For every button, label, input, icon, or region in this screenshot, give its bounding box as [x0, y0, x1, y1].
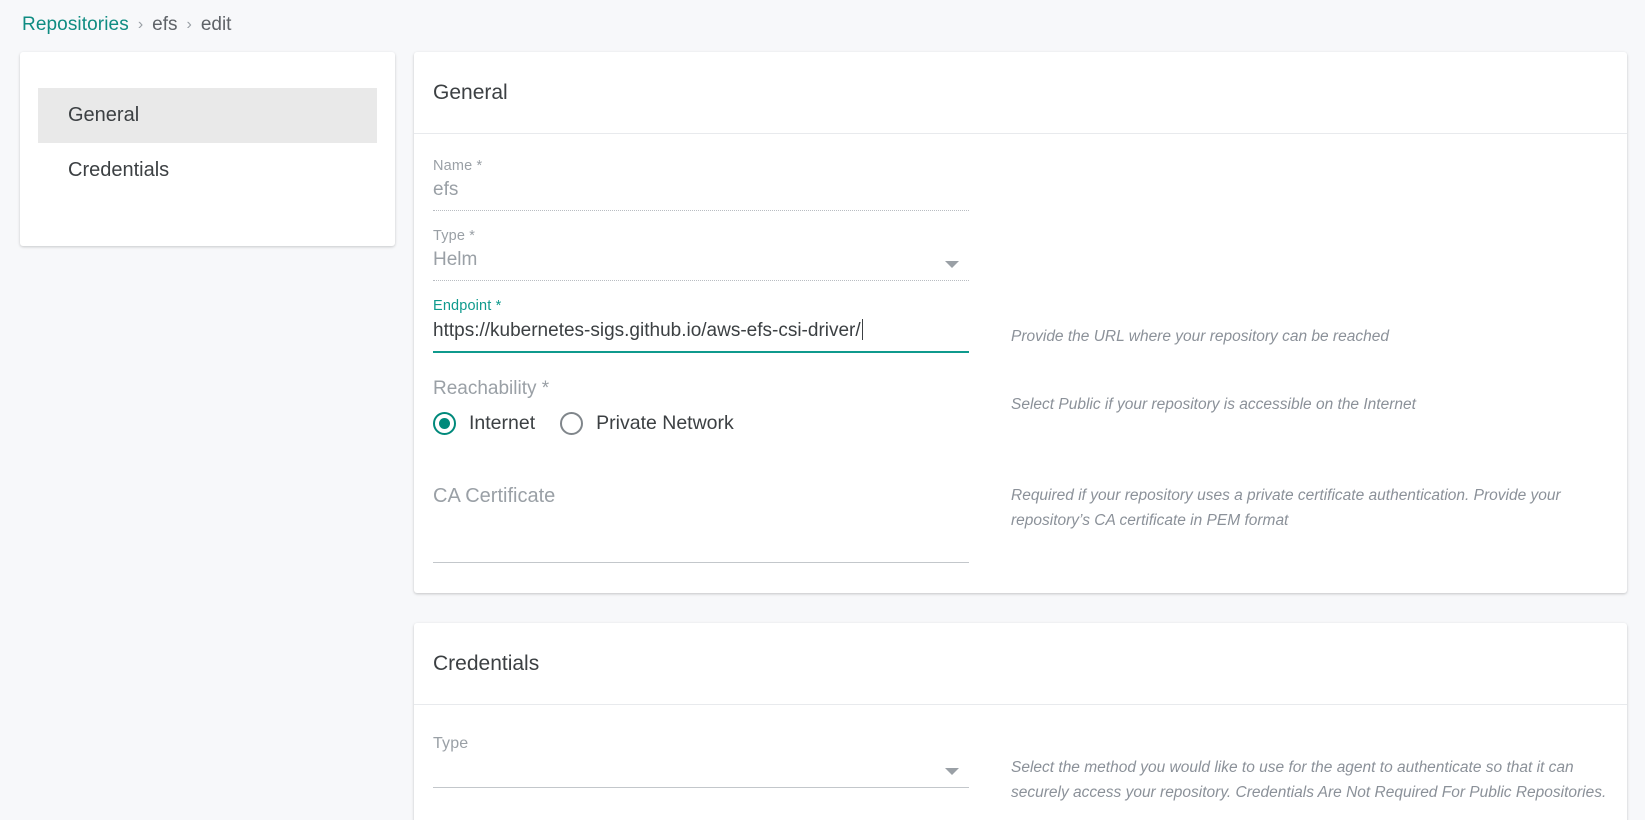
reachability-hint: Select Public if your repository is acce… [1011, 396, 1416, 413]
settings-nav-card: General Credentials [20, 52, 395, 246]
chevron-down-icon [945, 261, 959, 268]
endpoint-row: Endpoint * https://kubernetes-sigs.githu… [433, 298, 1608, 356]
credentials-type-label: Type [433, 735, 469, 752]
reachability-row: Reachability * Internet Private Network [433, 378, 1608, 435]
endpoint-input[interactable]: https://kubernetes-sigs.github.io/aws-ef… [433, 319, 969, 353]
ca-certificate-placeholder: CA Certificate [433, 485, 556, 507]
reachability-radio-group: Internet Private Network [433, 412, 969, 435]
name-row: Name * efs [433, 158, 1608, 214]
type-row: Type * Helm [433, 228, 1608, 284]
general-card-header: General [414, 52, 1627, 134]
sidebar-item-general-label: General [68, 104, 140, 126]
sidebar-item-credentials[interactable]: Credentials [38, 143, 377, 198]
endpoint-input-value: https://kubernetes-sigs.github.io/aws-ef… [433, 320, 861, 341]
credentials-card-body: Type Select the method you would like to… [414, 705, 1627, 820]
breadcrumb-item-efs[interactable]: efs [152, 14, 177, 36]
repository-edit-page: Repositories › efs › edit General Creden… [0, 0, 1645, 820]
radio-internet-label: Internet [469, 412, 536, 434]
ca-certificate-textarea[interactable]: CA Certificate [433, 471, 969, 563]
endpoint-field: Endpoint * https://kubernetes-sigs.githu… [433, 298, 969, 353]
ca-certificate-hint: Required if your repository uses a priva… [1011, 487, 1561, 529]
sidebar-item-general[interactable]: General [38, 88, 377, 143]
reachability-field: Reachability * Internet Private Network [433, 378, 969, 435]
general-card-title: General [433, 80, 508, 104]
text-cursor [861, 319, 863, 340]
name-input: efs [433, 179, 969, 211]
type-field: Type * Helm [433, 228, 969, 281]
breadcrumb: Repositories › efs › edit [0, 0, 1645, 40]
endpoint-label: Endpoint * [433, 298, 502, 314]
breadcrumb-separator-icon-2: › [186, 16, 192, 33]
endpoint-hint: Provide the URL where your repository ca… [1011, 328, 1389, 345]
general-card: General Name * efs Type * Helm Endpoint … [414, 52, 1627, 593]
radio-private-network-icon[interactable] [560, 412, 584, 435]
credentials-card: Credentials Type Select the method you w… [414, 623, 1627, 820]
type-label: Type * [433, 228, 476, 244]
sidebar-item-credentials-label: Credentials [68, 159, 170, 181]
general-card-body: Name * efs Type * Helm Endpoint * https:… [414, 134, 1627, 593]
radio-option-private-network[interactable]: Private Network [560, 412, 734, 435]
credentials-type-field: Type [433, 735, 969, 788]
type-select: Helm [433, 249, 969, 281]
radio-internet-icon[interactable] [433, 412, 456, 435]
credentials-card-header: Credentials [414, 623, 1627, 705]
credentials-card-title: Credentials [433, 651, 540, 675]
credentials-type-hint: Select the method you would like to use … [1011, 759, 1607, 801]
credentials-type-row: Type Select the method you would like to… [433, 735, 1608, 805]
chevron-down-icon-credentials[interactable] [945, 768, 959, 775]
ca-certificate-row: CA Certificate Required if your reposito… [433, 471, 1608, 563]
breadcrumb-separator-icon: › [137, 16, 144, 33]
main-column: General Name * efs Type * Helm Endpoint … [414, 52, 1645, 820]
credentials-type-select[interactable] [433, 758, 969, 788]
name-label: Name * [433, 158, 483, 174]
breadcrumb-link-repositories[interactable]: Repositories [22, 14, 129, 36]
radio-option-internet[interactable]: Internet [433, 412, 535, 435]
reachability-label: Reachability * [433, 378, 550, 399]
radio-private-network-label: Private Network [596, 412, 734, 434]
content-area: General Credentials General Name * efs T… [0, 40, 1645, 820]
breadcrumb-current-edit: edit [200, 14, 232, 35]
name-field: Name * efs [433, 158, 969, 211]
